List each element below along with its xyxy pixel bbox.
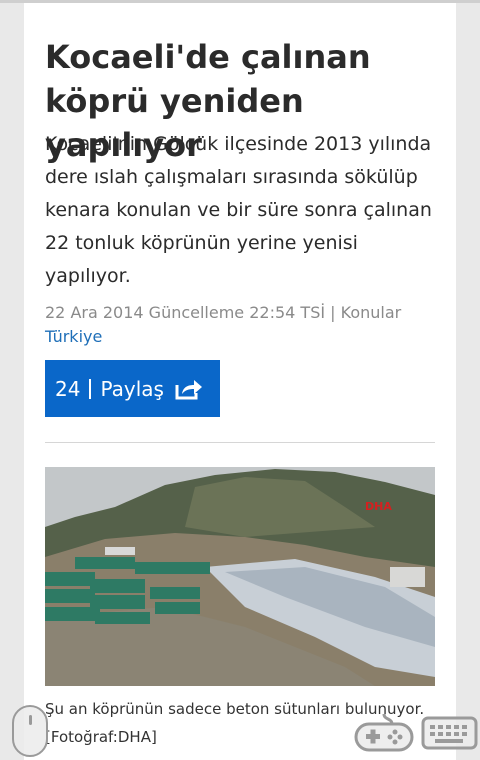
divider: [45, 442, 435, 443]
topic-link-turkiye[interactable]: Türkiye: [45, 327, 102, 346]
share-count: 24: [55, 376, 81, 401]
keyboard-icon[interactable]: [421, 716, 478, 754]
article-lead: Kocaeli'nin Gölcük ilçesinde 2013 yılınd…: [45, 133, 432, 287]
mouse-wheel: [29, 715, 32, 725]
photo-watermark: DHA: [365, 500, 392, 513]
share-separator: [89, 378, 92, 399]
article-card: Kocaeli'de çalınan köprü yeniden yapılıy…: [24, 3, 456, 760]
article-photo: DHA: [45, 467, 435, 686]
share-button[interactable]: 24 Paylaş: [45, 360, 220, 417]
share-label: Paylaş: [100, 376, 164, 401]
gamepad-icon[interactable]: [354, 710, 414, 756]
article-meta: 22 Ara 2014 Güncelleme 22:54 TSİ | Konul…: [45, 301, 445, 349]
share-icon: [174, 377, 204, 401]
date-and-topics: 22 Ara 2014 Güncelleme 22:54 TSİ | Konul…: [45, 303, 402, 322]
mouse-icon[interactable]: [12, 705, 48, 757]
